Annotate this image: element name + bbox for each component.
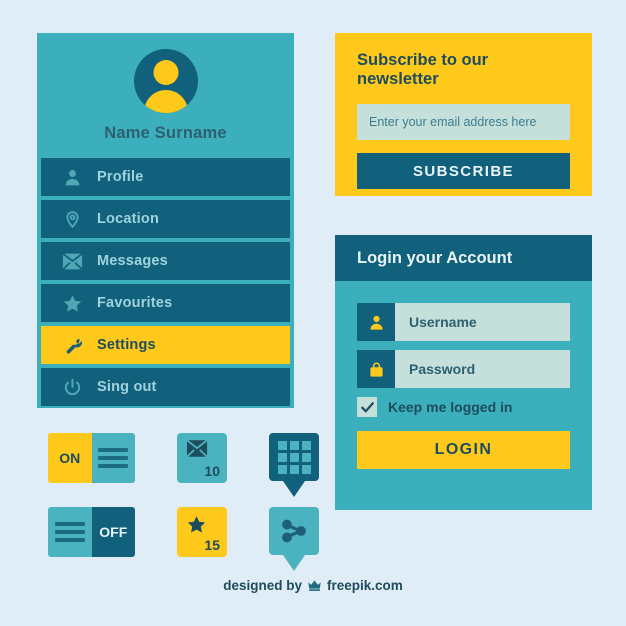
widget-row-bottom: OFF 15 xyxy=(48,507,319,571)
person-icon xyxy=(55,168,89,187)
apps-grid-bubble[interactable] xyxy=(269,433,319,497)
toggle-on[interactable]: ON xyxy=(48,433,135,483)
lock-icon xyxy=(357,350,395,388)
ui-kit-page: Name Surname Profile Location Messages F… xyxy=(0,0,626,626)
footer-prefix: designed by xyxy=(223,578,302,593)
sidebar-menu: Profile Location Messages Favourites Set… xyxy=(37,158,294,414)
star-icon xyxy=(55,293,89,314)
sidebar-item-label: Messages xyxy=(97,253,168,269)
password-value: Password xyxy=(395,350,570,388)
toggle-on-label: ON xyxy=(48,433,92,483)
toggle-handle[interactable] xyxy=(48,507,92,557)
share-icon xyxy=(269,507,319,555)
sidebar-item-messages[interactable]: Messages xyxy=(41,242,290,280)
login-button[interactable]: LOGIN xyxy=(357,431,570,469)
sidebar-item-sing-out[interactable]: Sing out xyxy=(41,368,290,406)
newsletter-title: Subscribe to our newsletter xyxy=(357,51,489,88)
apps-grid-icon xyxy=(269,433,319,481)
login-card: Login your Account Username Password Kee… xyxy=(335,235,592,510)
sidebar-item-profile[interactable]: Profile xyxy=(41,158,290,196)
hamburger-icon xyxy=(98,444,129,472)
grid-cells xyxy=(277,440,311,474)
mail-badge-count: 10 xyxy=(204,463,220,479)
pin-icon xyxy=(55,210,89,229)
username-field[interactable]: Username xyxy=(357,303,570,341)
sidebar-item-label: Location xyxy=(97,211,160,227)
sidebar-item-label: Settings xyxy=(97,337,156,353)
user-avatar-icon xyxy=(133,49,198,113)
sidebar-item-label: Favourites xyxy=(97,295,173,311)
sidebar-item-settings[interactable]: Settings xyxy=(41,326,290,364)
avatar-body xyxy=(143,90,188,113)
envelope-icon xyxy=(186,439,208,462)
email-input[interactable] xyxy=(357,104,570,140)
power-icon xyxy=(55,378,89,397)
wrench-icon xyxy=(55,336,89,355)
footer-brand: freepik.com xyxy=(326,578,403,593)
profile-header: Name Surname xyxy=(37,33,294,158)
newsletter-card: Subscribe to our newsletter SUBSCRIBE xyxy=(335,33,592,196)
toggle-off-label: OFF xyxy=(91,507,135,557)
avatar-head xyxy=(153,60,178,85)
toggle-handle[interactable] xyxy=(91,433,135,483)
sidebar-item-location[interactable]: Location xyxy=(41,200,290,238)
star-badge[interactable]: 15 xyxy=(177,507,227,557)
share-bubble[interactable] xyxy=(269,507,319,571)
login-title: Login your Account xyxy=(357,248,513,267)
bubble-tail xyxy=(283,481,305,497)
remember-me-label: Keep me logged in xyxy=(388,399,513,415)
crown-icon xyxy=(307,579,322,592)
profile-name: Name Surname xyxy=(104,124,227,142)
password-field[interactable]: Password xyxy=(357,350,570,388)
login-body: Username Password Keep me logged in LOGI… xyxy=(335,281,592,469)
subscribe-button[interactable]: SUBSCRIBE xyxy=(357,153,570,189)
sidebar-card: Name Surname Profile Location Messages F… xyxy=(37,33,294,408)
sidebar-item-label: Sing out xyxy=(97,379,157,395)
star-badge-count: 15 xyxy=(204,537,220,553)
person-icon xyxy=(357,303,395,341)
mail-badge[interactable]: 10 xyxy=(177,433,227,483)
remember-me-checkbox[interactable] xyxy=(357,397,377,417)
toggle-off[interactable]: OFF xyxy=(48,507,135,557)
remember-me-row[interactable]: Keep me logged in xyxy=(357,397,570,417)
username-value: Username xyxy=(395,303,570,341)
sidebar-item-label: Profile xyxy=(97,169,144,185)
sidebar-item-favourites[interactable]: Favourites xyxy=(41,284,290,322)
widget-row-top: ON 10 xyxy=(48,433,319,497)
widget-gallery: ON 10 OFF 15 xyxy=(48,433,319,571)
envelope-icon xyxy=(55,251,89,272)
login-header: Login your Account xyxy=(335,235,592,281)
bubble-tail xyxy=(283,555,305,571)
hamburger-icon xyxy=(54,518,85,546)
footer-credit: designed by freepik.com xyxy=(0,578,626,593)
